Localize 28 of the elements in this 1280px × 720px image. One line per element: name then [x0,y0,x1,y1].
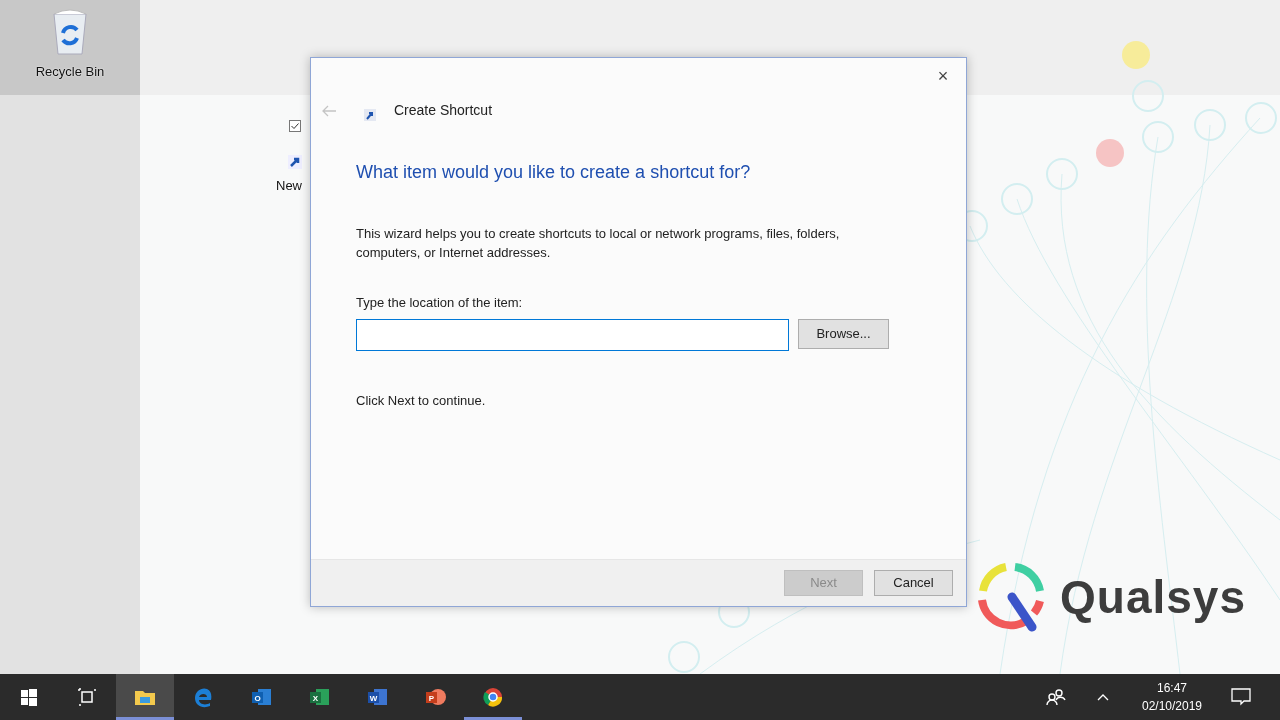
chevron-up-icon [1097,693,1109,701]
browser-icon [192,686,214,708]
continue-hint: Click Next to continue. [356,391,487,410]
taskbar-button[interactable]: P [406,674,464,720]
location-field[interactable] [356,318,789,351]
browse-button[interactable]: Browse... [798,318,889,349]
wizard-description: This wizard helps you to create shortcuts to local or network programs, files, folders, computers, or Internet addresses. [356,225,841,262]
close-button[interactable]: × [928,64,958,88]
wizard-button[interactable]: Cancel [874,570,953,596]
shortcut-icon [287,154,303,170]
wizard-heading: What item would you like to create a shortcut for? [356,161,752,184]
taskbar-button[interactable]: X [290,674,348,720]
desktop-icon-label: Recycle Bin [35,63,105,81]
desktop-icon-tile[interactable]: Recycle Bin [0,0,140,95]
taskbar-button[interactable]: O [232,674,290,720]
start-icon [18,686,40,708]
desktop-icon-label: New [276,177,302,195]
field-label: Type the location of the item: [356,294,524,312]
taskbar-button[interactable]: W [348,674,406,720]
clock-button[interactable]: 16:47 02/10/2019 [1132,679,1212,715]
notification-icon [1231,688,1251,706]
people-icon [1046,688,1066,706]
browser-icon [482,686,504,708]
logo-icon [976,561,1046,633]
task-view-icon [76,686,98,708]
logo-text: Qualsys [1060,569,1246,625]
dialog-title: Create Shortcut [394,101,493,120]
shortcut-icon [364,108,376,121]
